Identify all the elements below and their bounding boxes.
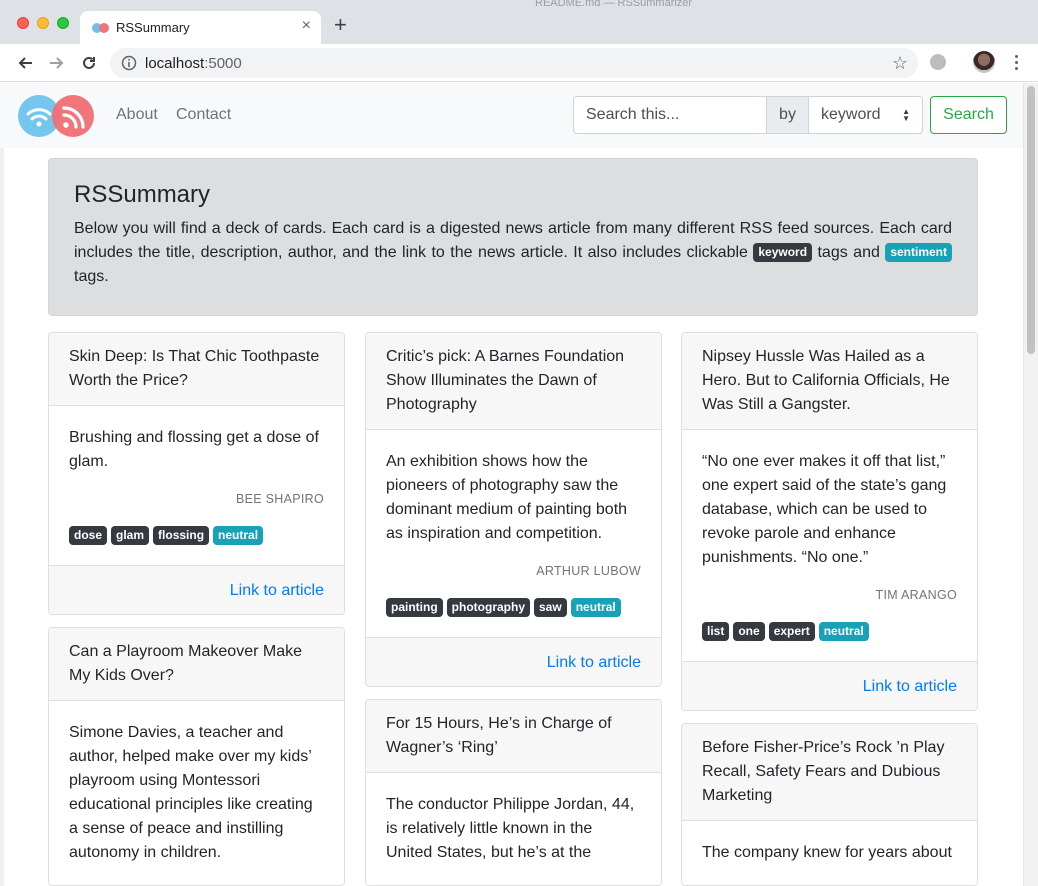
browser-toolbar: localhost:5000 ☆: [0, 44, 1038, 82]
card-tags: dose glam flossing neutral: [69, 526, 324, 545]
extension-icon[interactable]: [930, 54, 946, 70]
tab-title: RSSummary: [116, 20, 190, 35]
card-author: ARTHUR LUBOW: [536, 564, 641, 578]
card-column-2: Critic’s pick: A Barnes Foundation Show …: [365, 332, 662, 886]
forward-arrow-icon[interactable]: [44, 50, 70, 76]
card-body: The conductor Philippe Jordan, 44, is re…: [366, 773, 661, 885]
link-to-article[interactable]: Link to article: [230, 582, 324, 599]
card-description: The conductor Philippe Jordan, 44, is re…: [386, 796, 635, 861]
search-button[interactable]: Search: [930, 96, 1007, 134]
search-mode-select[interactable]: keyword ▲ ▼: [809, 96, 923, 134]
keyword-tag[interactable]: painting: [386, 598, 443, 617]
left-window-edge: [0, 83, 4, 886]
card-title: For 15 Hours, He’s in Charge of Wagner’s…: [366, 700, 661, 773]
bookmark-star-icon[interactable]: ☆: [892, 53, 908, 74]
card-title: Can a Playroom Makeover Make My Kids Ove…: [49, 628, 344, 701]
nav-link-about[interactable]: About: [116, 106, 158, 124]
site-navbar: About Contact by keyword ▲▼ Search: [0, 83, 1023, 148]
card-body: “No one ever makes it off that list,” on…: [682, 430, 977, 661]
card-description: Simone Davies, a teacher and author, hel…: [69, 724, 313, 861]
card-column-3: Nipsey Hussle Was Hailed as a Hero. But …: [681, 332, 978, 886]
page-scrollbar[interactable]: [1023, 83, 1038, 886]
tab-close-icon[interactable]: ×: [302, 17, 311, 35]
card-title: Before Fisher-Price’s Rock ’n Play Recal…: [682, 724, 977, 821]
reload-icon[interactable]: [76, 50, 102, 76]
card-tags: painting photography saw neutral: [386, 598, 641, 617]
link-to-article[interactable]: Link to article: [863, 678, 957, 695]
card-title: Skin Deep: Is That Chic Toothpaste Worth…: [49, 333, 344, 406]
article-card: Skin Deep: Is That Chic Toothpaste Worth…: [48, 332, 345, 615]
example-sentiment-badge: sentiment: [885, 243, 952, 262]
card-footer: Link to article: [49, 565, 344, 614]
keyword-tag[interactable]: flossing: [153, 526, 210, 545]
example-keyword-badge: keyword: [753, 243, 813, 262]
scrollbar-thumb[interactable]: [1027, 86, 1035, 354]
keyword-tag[interactable]: expert: [768, 622, 815, 641]
keyword-tag[interactable]: photography: [446, 598, 530, 617]
sentiment-tag[interactable]: neutral: [570, 598, 621, 617]
card-title: Critic’s pick: A Barnes Foundation Show …: [366, 333, 661, 430]
card-description: “No one ever makes it off that list,” on…: [702, 453, 947, 566]
profile-avatar[interactable]: [973, 51, 995, 73]
address-bar[interactable]: localhost:5000 ☆: [110, 48, 918, 78]
card-tags: list one expert neutral: [702, 622, 957, 641]
search-input[interactable]: [573, 96, 767, 134]
article-card: Can a Playroom Makeover Make My Kids Ove…: [48, 627, 345, 886]
card-description: Brushing and flossing get a dose of glam…: [69, 429, 319, 470]
keyword-tag[interactable]: saw: [534, 598, 567, 617]
card-body: An exhibition shows how the pioneers of …: [366, 430, 661, 637]
card-body: The company knew for years about: [682, 821, 977, 885]
search-mode-value: keyword: [821, 106, 881, 123]
nav-link-contact[interactable]: Contact: [176, 106, 231, 124]
browser-menu-icon[interactable]: [1008, 51, 1024, 73]
card-footer: Link to article: [366, 637, 661, 686]
maximize-window-button[interactable]: [57, 17, 69, 29]
by-label: by: [767, 96, 809, 134]
article-card: Nipsey Hussle Was Hailed as a Hero. But …: [681, 332, 978, 711]
card-body: Simone Davies, a teacher and author, hel…: [49, 701, 344, 885]
browser-titlebar: README.md — RSSummarizer RSSummary × +: [0, 0, 1038, 44]
card-body: Brushing and flossing get a dose of glam…: [49, 406, 344, 565]
select-arrows-icon: ▲ ▼: [902, 107, 910, 123]
browser-tab-active[interactable]: RSSummary ×: [80, 11, 321, 44]
back-arrow-icon[interactable]: [12, 50, 38, 76]
article-card: Critic’s pick: A Barnes Foundation Show …: [365, 332, 662, 687]
card-footer: Link to article: [682, 661, 977, 710]
page-title: RSSummary: [74, 181, 211, 208]
card-author: TIM ARANGO: [875, 588, 957, 602]
intro-text: Below you will find a deck of cards. Eac…: [74, 220, 952, 285]
sentiment-tag[interactable]: neutral: [818, 622, 869, 641]
new-tab-button[interactable]: +: [334, 14, 347, 36]
minimize-window-button[interactable]: [37, 17, 49, 29]
keyword-tag[interactable]: list: [702, 622, 730, 641]
close-window-button[interactable]: [17, 17, 29, 29]
rss-favicon-icon: [92, 23, 109, 33]
info-icon[interactable]: [121, 55, 137, 71]
card-description: An exhibition shows how the pioneers of …: [386, 453, 628, 542]
card-description: The company knew for years about: [702, 844, 952, 861]
rssummary-logo-icon[interactable]: [18, 95, 94, 137]
card-column-1: Skin Deep: Is That Chic Toothpaste Worth…: [48, 332, 345, 886]
card-author: BEE SHAPIRO: [235, 492, 324, 506]
jumbotron: RSSummary Below you will find a deck of …: [48, 158, 978, 316]
article-card: Before Fisher-Price’s Rock ’n Play Recal…: [681, 723, 978, 886]
keyword-tag[interactable]: one: [733, 622, 765, 641]
card-title: Nipsey Hussle Was Hailed as a Hero. But …: [682, 333, 977, 430]
page-viewport: About Contact by keyword ▲▼ Search RSSum…: [0, 83, 1038, 886]
article-card: For 15 Hours, He’s in Charge of Wagner’s…: [365, 699, 662, 886]
background-tab-title: README.md — RSSummarizer: [535, 0, 693, 9]
keyword-tag[interactable]: glam: [111, 526, 150, 545]
search-form: by keyword ▲▼: [573, 96, 923, 134]
sentiment-tag[interactable]: neutral: [213, 526, 264, 545]
url-text: localhost:5000: [145, 55, 242, 72]
link-to-article[interactable]: Link to article: [547, 654, 641, 671]
keyword-tag[interactable]: dose: [69, 526, 108, 545]
